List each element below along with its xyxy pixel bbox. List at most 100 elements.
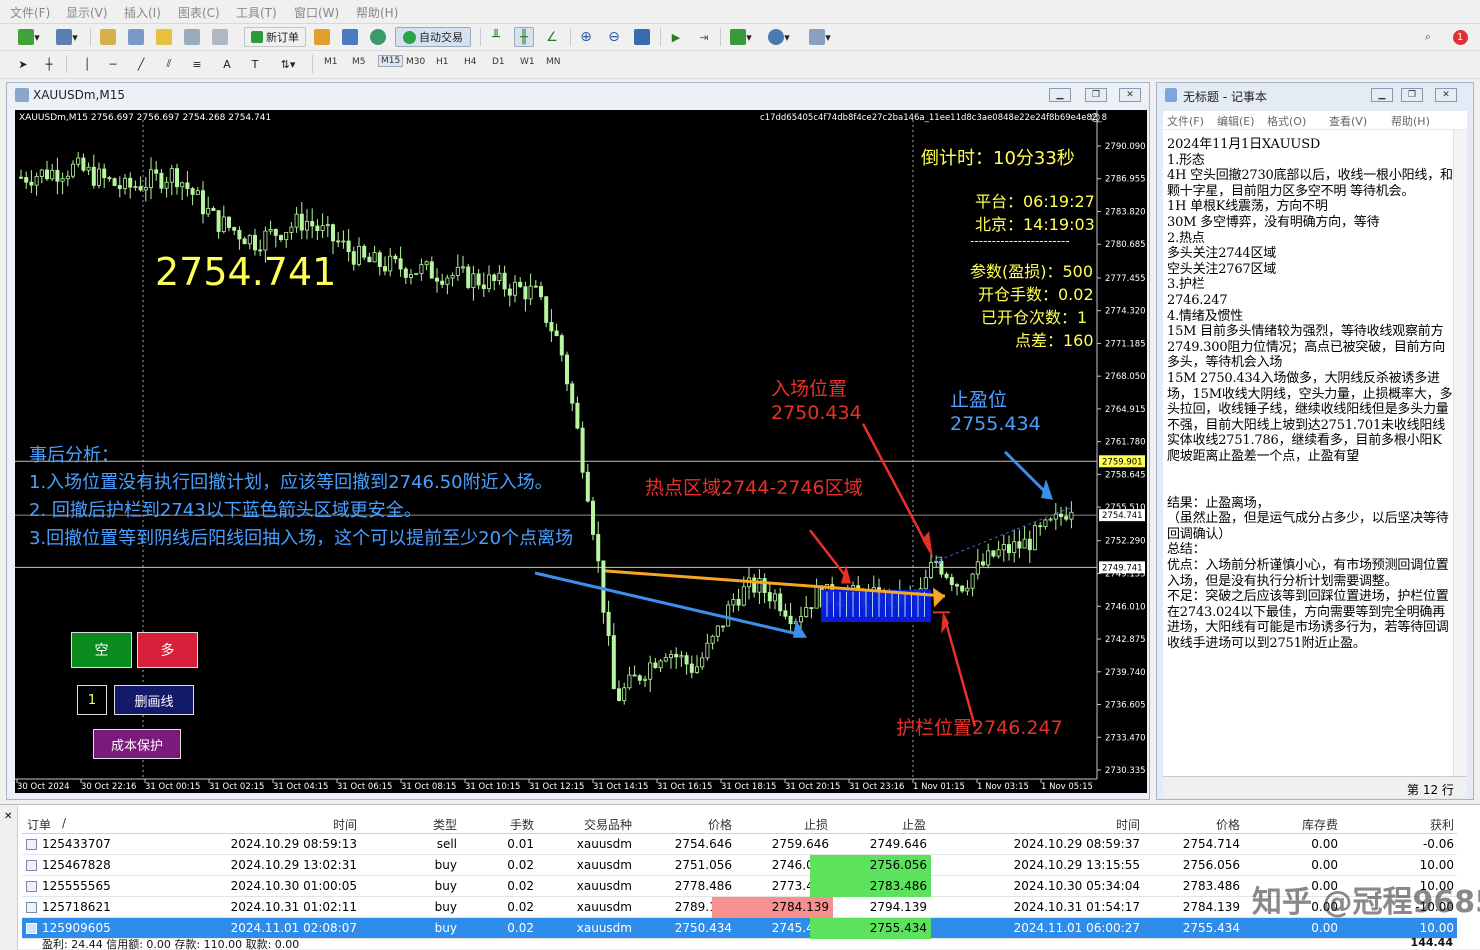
- column-header[interactable]: 获利: [1430, 816, 1454, 833]
- notepad-menu-item[interactable]: 查看(V): [1329, 113, 1367, 129]
- cell: 2024.10.29 08:59:13: [230, 837, 357, 851]
- navigator-button[interactable]: [126, 27, 146, 47]
- crosshair-tool[interactable]: ┼: [40, 54, 58, 74]
- notepad-menu-item[interactable]: 帮助(H): [1391, 113, 1430, 129]
- history-row[interactable]: 125467828 2024.10.29 13:02:31 buy 0.02 xauus…: [22, 855, 1457, 876]
- menu-item[interactable]: 显示(V): [66, 4, 108, 21]
- vertical-line-tool[interactable]: │: [78, 54, 96, 74]
- channel-tool[interactable]: ⫽: [160, 54, 178, 74]
- new-order-button[interactable]: 新订单: [244, 27, 306, 47]
- column-header[interactable]: 交易品种: [584, 816, 632, 833]
- notepad-maximize-button[interactable]: ❐: [1401, 88, 1423, 102]
- history-row[interactable]: 125718621 2024.10.31 01:02:11 buy 0.02 xauus…: [22, 897, 1457, 918]
- column-header[interactable]: 止损: [804, 816, 828, 833]
- menu-item[interactable]: 窗口(W): [294, 4, 339, 21]
- notifications-button[interactable]: 1: [1448, 27, 1472, 47]
- timeframe-button[interactable]: M5: [352, 57, 366, 67]
- fibonacci-tool[interactable]: ≡: [188, 54, 206, 74]
- countdown-text: 倒计时：10分33秒: [921, 148, 1075, 169]
- notepad-text-area[interactable]: 2024年11月1日XAUUSD 1.形态 4H 空头回撤2730底部以后，收线…: [1163, 130, 1453, 776]
- history-row[interactable]: 125433707 2024.10.29 08:59:13 sell 0.01 xauu…: [22, 834, 1457, 855]
- notepad-menu-item[interactable]: 格式(O): [1267, 113, 1306, 129]
- new-chart-button[interactable]: ▾: [12, 27, 46, 47]
- chart-minimize-button[interactable]: ▁: [1049, 88, 1071, 102]
- timeframe-button[interactable]: M15: [378, 55, 404, 67]
- data-window-button[interactable]: [154, 27, 174, 47]
- delete-lines-button[interactable]: 删画线: [114, 685, 194, 715]
- menu-item[interactable]: 图表(C): [178, 4, 220, 21]
- column-header[interactable]: 止盈: [902, 816, 926, 833]
- strategy-tester-button[interactable]: [210, 27, 230, 47]
- zoom-in-button[interactable]: ⊕: [576, 27, 596, 47]
- timeframe-button[interactable]: H1: [436, 57, 449, 67]
- total-profit: 144.44: [1410, 938, 1453, 949]
- cell: 125433707: [42, 837, 111, 851]
- cost-protect-button[interactable]: 成本保护: [93, 729, 181, 759]
- notepad-menu-item[interactable]: 文件(F): [1167, 113, 1204, 129]
- profiles-button[interactable]: ▾: [52, 27, 82, 47]
- periods-button[interactable]: ▾: [764, 27, 794, 47]
- menu-item[interactable]: 插入(I): [124, 4, 161, 21]
- menu-item[interactable]: 工具(T): [236, 4, 277, 21]
- chart-shift-button[interactable]: ⇥: [694, 27, 714, 47]
- chart-restore-button[interactable]: ❐: [1085, 88, 1107, 102]
- horizontal-line-tool[interactable]: ─: [104, 54, 122, 74]
- timeframe-button[interactable]: D1: [492, 57, 505, 67]
- templates-button[interactable]: ▾: [804, 27, 836, 47]
- column-header[interactable]: 时间: [1116, 816, 1140, 833]
- trendline-tool[interactable]: ╱: [132, 54, 150, 74]
- candle-body: [102, 168, 107, 179]
- tile-windows-button[interactable]: [632, 27, 652, 47]
- menu-item[interactable]: 帮助(H): [356, 4, 398, 21]
- cursor-tool[interactable]: ➤: [14, 54, 32, 74]
- timeframe-button[interactable]: H4: [464, 57, 477, 67]
- menu-item[interactable]: 文件(F): [10, 4, 50, 21]
- timeframe-button[interactable]: M30: [406, 57, 425, 67]
- column-header[interactable]: 时间: [333, 816, 357, 833]
- candle-body: [695, 666, 700, 673]
- timeframe-button[interactable]: W1: [520, 57, 535, 67]
- signals-button[interactable]: [368, 27, 388, 47]
- auto-trading-button[interactable]: 自动交易: [395, 27, 471, 47]
- terminal-button[interactable]: [182, 27, 202, 47]
- column-header[interactable]: 库存费: [1302, 816, 1338, 833]
- timeframe-button[interactable]: MN: [546, 57, 561, 67]
- text-tool[interactable]: A: [218, 54, 236, 74]
- notepad-scrollbar[interactable]: [1453, 130, 1467, 776]
- notepad-menu-item[interactable]: 编辑(E): [1217, 113, 1255, 129]
- chart-close-button[interactable]: ✕: [1119, 88, 1141, 102]
- column-header[interactable]: 价格: [1216, 816, 1240, 833]
- notepad-close-button[interactable]: ✕: [1435, 88, 1457, 102]
- bar-chart-button[interactable]: ╨: [486, 27, 506, 47]
- line-count-input[interactable]: 1: [77, 685, 107, 715]
- market-watch-button[interactable]: [98, 27, 118, 47]
- column-header[interactable]: 订单: [27, 816, 51, 833]
- column-header[interactable]: 手数: [510, 816, 534, 833]
- line-chart-button[interactable]: ∠: [542, 27, 562, 47]
- auto-scroll-button[interactable]: ▶: [666, 27, 686, 47]
- long-button[interactable]: 多: [137, 632, 198, 668]
- zoom-out-button[interactable]: ⊖: [604, 27, 624, 47]
- indicators-button[interactable]: ▾: [726, 27, 756, 47]
- candlestick-chart-button[interactable]: ╫: [514, 27, 534, 47]
- metaeditor-button[interactable]: [312, 27, 332, 47]
- price-tick-label: 2780.685: [1105, 240, 1146, 250]
- search-button[interactable]: ⌕: [1418, 27, 1438, 47]
- column-header[interactable]: 价格: [708, 816, 732, 833]
- notepad-minimize-button[interactable]: ▁: [1371, 88, 1393, 102]
- history-row[interactable]: 125555565 2024.10.30 01:00:05 buy 0.02 xauus…: [22, 876, 1457, 897]
- price-chart[interactable]: 2790.090 2786.955 2783.820 2780.685 2777.455…: [15, 110, 1147, 793]
- cell: xauusdm: [576, 879, 632, 893]
- column-header[interactable]: 类型: [433, 816, 457, 833]
- candle-body: [710, 635, 715, 644]
- history-row[interactable]: 125909605 2024.11.01 02:08:07 buy 0.02 xauus…: [22, 918, 1457, 939]
- arrows-tool[interactable]: ⇅▾: [274, 54, 302, 74]
- column-header[interactable]: /: [62, 816, 66, 830]
- label-tool[interactable]: T: [246, 54, 264, 74]
- candle-body: [518, 281, 523, 288]
- candle-body: [97, 168, 102, 186]
- timeframe-button[interactable]: M1: [324, 57, 338, 67]
- short-button[interactable]: 空: [71, 632, 132, 668]
- accounts-button[interactable]: [340, 27, 360, 47]
- terminal-close-icon[interactable]: ✕: [4, 811, 12, 822]
